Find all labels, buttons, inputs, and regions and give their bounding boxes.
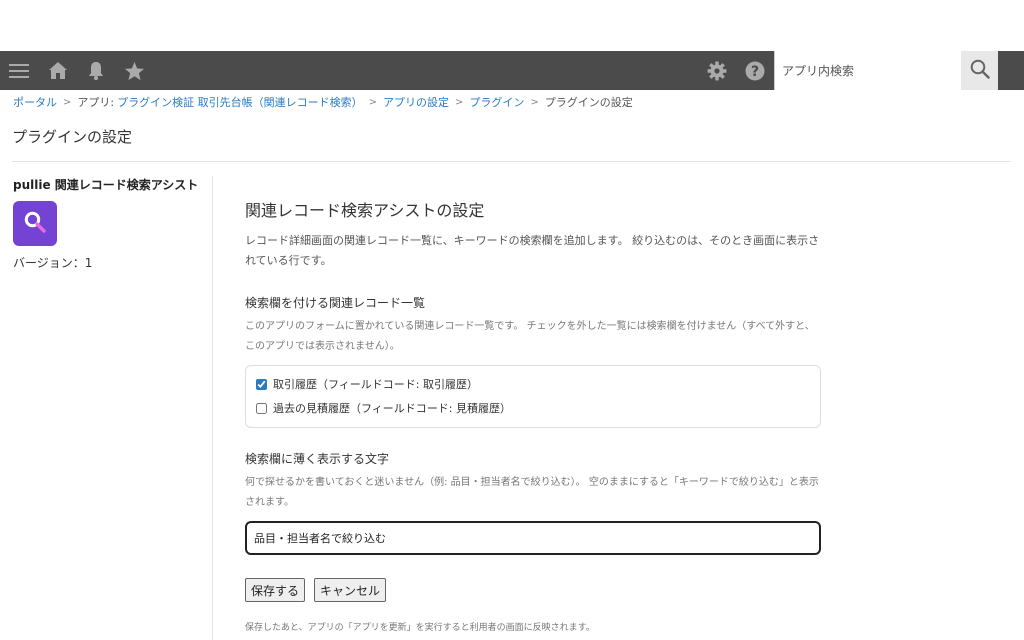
- record-list-checkbox[interactable]: [256, 378, 267, 390]
- search-button[interactable]: [961, 51, 998, 90]
- plugin-info-panel: pullie 関連レコード検索アシスト バージョン：1: [13, 176, 203, 271]
- plugin-version: バージョン：1: [13, 256, 93, 270]
- title-divider: [12, 161, 1011, 162]
- breadcrumb-separator: >: [530, 96, 539, 108]
- panel-divider: [212, 176, 213, 640]
- settings-description: レコード詳細画面の関連レコード一覧に、キーワードの検索欄を追加します。 絞り込む…: [245, 234, 820, 267]
- star-icon[interactable]: [123, 51, 145, 90]
- records-checkbox-list: 取引履歴（フィールドコード: 取引履歴） 過去の見積履歴（フィールドコード: 見…: [245, 365, 821, 428]
- page-title: プラグインの設定: [12, 128, 133, 146]
- plugin-settings-form: 関連レコード検索アシストの設定 レコード詳細画面の関連レコード一覧に、キーワード…: [245, 197, 821, 633]
- save-button[interactable]: 保存する: [245, 578, 306, 602]
- save-footnote: 保存したあと、アプリの「アプリを更新」を実行すると利用者の画面に反映されます。: [245, 623, 595, 633]
- plugin-logo: [13, 201, 57, 246]
- plugin-name: pullie 関連レコード検索アシスト: [13, 178, 199, 192]
- search-icon: [22, 209, 48, 239]
- record-list-label: 取引履歴（フィールドコード: 取引履歴）: [273, 378, 478, 391]
- breadcrumb-separator: >: [368, 96, 377, 108]
- menu-icon[interactable]: [7, 51, 31, 90]
- breadcrumb-separator: >: [63, 96, 72, 108]
- placeholder-section-help: 何で探せるかを書いておくと迷いません（例: 品目・担当者名で絞り込む）。 空のま…: [245, 477, 819, 508]
- breadcrumb: ポータル > アプリ: プラグイン検証 取引先台帳（関連レコード検索） > アプ…: [13, 95, 633, 109]
- svg-text:?: ?: [751, 64, 759, 80]
- breadcrumb-app-settings-link[interactable]: アプリの設定: [383, 94, 449, 110]
- records-section: 検索欄を付ける関連レコード一覧 このアプリのフォームに置かれている関連レコード一…: [245, 294, 821, 428]
- global-header: ?: [0, 51, 1024, 90]
- bell-icon[interactable]: [85, 51, 107, 90]
- breadcrumb-app-prefix: アプリ:: [77, 96, 115, 109]
- search-icon: [970, 59, 990, 83]
- breadcrumb-app-link[interactable]: プラグイン検証 取引先台帳（関連レコード検索）: [117, 94, 363, 110]
- form-actions: 保存する キャンセル: [245, 578, 821, 602]
- breadcrumb-portal-link[interactable]: ポータル: [13, 94, 57, 110]
- settings-heading: 関連レコード検索アシストの設定: [245, 201, 485, 220]
- placeholder-text-input[interactable]: [245, 521, 821, 555]
- breadcrumb-current: プラグインの設定: [544, 96, 633, 109]
- breadcrumb-separator: >: [455, 96, 464, 108]
- help-icon[interactable]: ?: [744, 51, 766, 90]
- record-list-label: 過去の見積履歴（フィールドコード: 見積履歴）: [273, 402, 511, 415]
- app-search-input[interactable]: [775, 51, 961, 90]
- records-section-title: 検索欄を付ける関連レコード一覧: [245, 296, 426, 310]
- home-icon[interactable]: [46, 51, 70, 90]
- app-search-box: [774, 51, 961, 90]
- record-list-option[interactable]: 過去の見積履歴（フィールドコード: 見積履歴）: [256, 399, 810, 417]
- record-list-option[interactable]: 取引履歴（フィールドコード: 取引履歴）: [256, 375, 810, 393]
- placeholder-section-title: 検索欄に薄く表示する文字: [245, 452, 390, 466]
- gear-icon[interactable]: [705, 51, 729, 90]
- placeholder-section: 検索欄に薄く表示する文字 何で探せるかを書いておくと迷いません（例: 品目・担当…: [245, 450, 821, 555]
- cancel-button[interactable]: キャンセル: [314, 578, 387, 602]
- record-list-checkbox[interactable]: [256, 402, 267, 414]
- breadcrumb-plugins-link[interactable]: プラグイン: [469, 94, 524, 110]
- records-section-help: このアプリのフォームに置かれている関連レコード一覧です。 チェックを外した一覧に…: [245, 321, 815, 352]
